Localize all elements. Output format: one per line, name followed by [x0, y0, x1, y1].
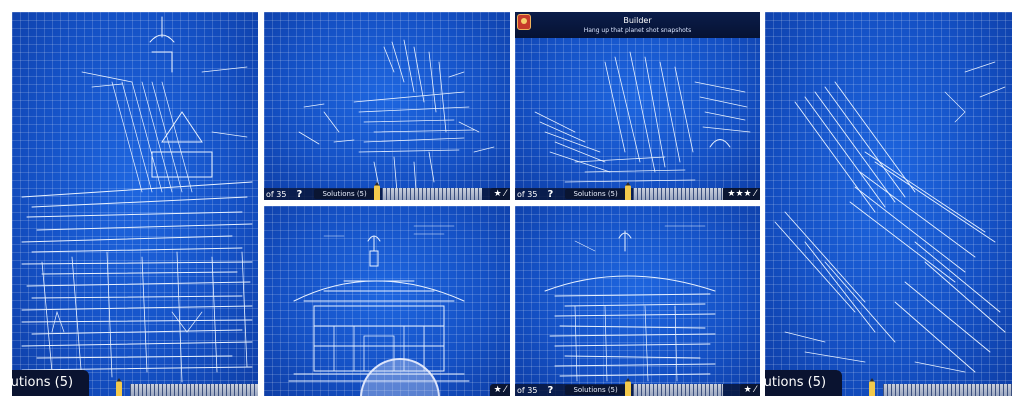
ruler-icon[interactable] [633, 188, 723, 200]
level-pager: of 35 [517, 385, 538, 395]
level-pager: of 35 [517, 189, 538, 199]
solutions-button[interactable]: Solutions (5) [565, 189, 626, 199]
solutions-button[interactable]: lutions (5) [12, 370, 90, 396]
puzzle-panel-1[interactable]: lutions (5) [12, 12, 258, 396]
help-icon[interactable]: ? [545, 189, 555, 200]
blueprint-sketch [544, 225, 716, 382]
blueprint-sketch [534, 51, 751, 183]
app-badge-icon[interactable] [517, 14, 531, 30]
ruler-icon[interactable] [130, 384, 258, 396]
help-icon[interactable]: ? [545, 385, 555, 396]
help-icon[interactable]: ? [294, 189, 304, 200]
ruler-icon[interactable] [633, 384, 723, 396]
solutions-button[interactable]: lutions (5) [765, 370, 843, 396]
ruler-icon[interactable] [382, 188, 482, 200]
level-subtitle: Hang up that planet shot snapshots [583, 27, 692, 34]
blueprint-sketch [21, 16, 253, 383]
star-rating: ★ ⁄ [739, 384, 760, 396]
level-pager: of 35 [266, 189, 287, 199]
puzzle-panel-6[interactable]: of 35 ? Solutions (5) ★ ⁄ [515, 206, 760, 396]
puzzle-panel-5[interactable]: ★ ⁄ [264, 206, 510, 396]
ruler-icon[interactable] [883, 384, 1012, 396]
puzzle-panel-4[interactable]: lutions (5) [765, 12, 1012, 396]
star-rating: ★ ⁄ [489, 188, 510, 200]
star-rating: ★ ⁄ [489, 384, 510, 396]
level-title: Builder [623, 16, 652, 25]
puzzle-panel-2[interactable]: of 35 ? Solutions (5) ★ ⁄ [264, 12, 510, 200]
blueprint-sketch [298, 39, 495, 193]
puzzle-panel-3[interactable]: Builder Hang up that planet shot snapsho… [515, 12, 760, 200]
blueprint-sketch [774, 61, 1006, 373]
level-header: Builder Hang up that planet shot snapsho… [515, 12, 760, 38]
star-rating: ★★★ ⁄ [723, 188, 760, 200]
solutions-button[interactable]: Solutions (5) [565, 385, 626, 395]
solutions-button[interactable]: Solutions (5) [314, 189, 375, 199]
